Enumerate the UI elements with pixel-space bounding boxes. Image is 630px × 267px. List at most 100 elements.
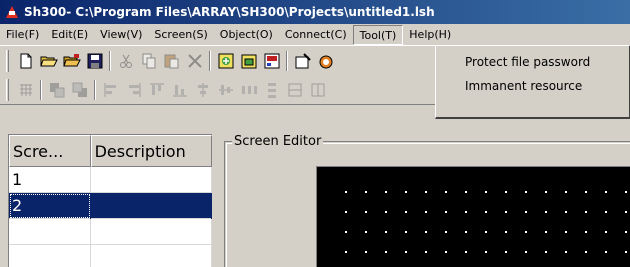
- screen-number-cell: [9, 245, 91, 267]
- title-bar: Sh300- C:\Program Files\ARRAY\SH300\Proj…: [0, 0, 630, 24]
- app-icon[interactable]: [5, 5, 19, 19]
- grid-dot: [485, 191, 487, 193]
- grid-dot: [385, 251, 387, 253]
- grid-dot: [385, 211, 387, 213]
- grid-dot: [345, 231, 347, 233]
- table-row[interactable]: [9, 219, 212, 245]
- toolbar-separator: [286, 51, 288, 71]
- open-screen-icon[interactable]: [237, 50, 260, 72]
- grid-dot: [445, 211, 447, 213]
- grid-dot: [405, 191, 407, 193]
- table-row[interactable]: 1: [9, 167, 212, 193]
- space-horizontal-icon[interactable]: [237, 79, 260, 101]
- delete-icon[interactable]: [183, 50, 206, 72]
- window-title: Sh300- C:\Program Files\ARRAY\SH300\Proj…: [24, 5, 435, 19]
- canvas-grid: [345, 191, 627, 253]
- grid-dot: [365, 191, 367, 193]
- align-top-icon[interactable]: [145, 79, 168, 101]
- align-left-icon[interactable]: [99, 79, 122, 101]
- menu-help[interactable]: Help(H): [403, 25, 457, 45]
- grid-dot: [425, 211, 427, 213]
- screen-number-cell: 2: [9, 193, 91, 219]
- paste-icon[interactable]: [160, 50, 183, 72]
- grid-dot: [505, 211, 507, 213]
- toolbar-separator: [109, 51, 111, 71]
- save-icon[interactable]: [83, 50, 106, 72]
- new-screen-icon[interactable]: [214, 50, 237, 72]
- grid-dot: [625, 231, 627, 233]
- open-folder-icon[interactable]: [37, 50, 60, 72]
- description-cell: [91, 167, 212, 193]
- description-cell: [91, 193, 212, 219]
- grid-dot: [585, 251, 587, 253]
- open-project-icon[interactable]: [60, 50, 83, 72]
- grid-dot: [505, 231, 507, 233]
- toolbar-separator: [209, 51, 211, 71]
- screen-properties-icon[interactable]: [260, 50, 283, 72]
- cut-icon[interactable]: [114, 50, 137, 72]
- description-cell: [91, 219, 212, 245]
- table-row[interactable]: [9, 245, 212, 267]
- copy-icon[interactable]: [137, 50, 160, 72]
- same-height-icon[interactable]: [306, 79, 329, 101]
- grid-dot: [445, 191, 447, 193]
- grid-dot: [485, 211, 487, 213]
- menu-object[interactable]: Object(O): [214, 25, 279, 45]
- menu-screen[interactable]: Screen(S): [148, 25, 213, 45]
- screen-editor-canvas[interactable]: [316, 166, 630, 267]
- grid-dot: [525, 211, 527, 213]
- screen-list-header: Scre... Description: [9, 135, 212, 167]
- grid-dot: [605, 191, 607, 193]
- grid-dot: [485, 231, 487, 233]
- toolbar-grip[interactable]: [6, 50, 9, 72]
- screen-editor-title: Screen Editor: [232, 134, 324, 150]
- grid-dot: [465, 191, 467, 193]
- menu-tool[interactable]: Tool(T): [352, 24, 404, 45]
- grid-dot: [345, 211, 347, 213]
- column-header-screen[interactable]: Scre...: [9, 135, 91, 167]
- toolbar-separator: [94, 79, 96, 100]
- center-vertical-icon[interactable]: [214, 79, 237, 101]
- align-right-icon[interactable]: [122, 79, 145, 101]
- grid-icon[interactable]: [14, 79, 37, 101]
- grid-dot: [545, 191, 547, 193]
- description-cell: [91, 245, 212, 267]
- grid-dot: [385, 191, 387, 193]
- toolbar-grip[interactable]: [6, 78, 9, 101]
- grid-dot: [525, 231, 527, 233]
- menu-connect[interactable]: Connect(C): [279, 25, 353, 45]
- grid-dot: [565, 191, 567, 193]
- grid-dot: [585, 211, 587, 213]
- menu-file[interactable]: File(F): [0, 25, 45, 45]
- grid-dot: [585, 231, 587, 233]
- new-file-icon[interactable]: [14, 50, 37, 72]
- toolbar-separator: [40, 79, 42, 100]
- menu-edit[interactable]: Edit(E): [45, 25, 94, 45]
- grid-dot: [485, 251, 487, 253]
- grid-dot: [365, 211, 367, 213]
- grid-dot: [605, 231, 607, 233]
- grid-dot: [545, 231, 547, 233]
- send-back-icon[interactable]: [68, 79, 91, 101]
- grid-dot: [405, 231, 407, 233]
- space-vertical-icon[interactable]: [260, 79, 283, 101]
- menu-item-immanent-resource[interactable]: Immanent resource: [436, 74, 629, 98]
- grid-dot: [565, 251, 567, 253]
- grid-dot: [405, 251, 407, 253]
- screen-number-cell: 1: [9, 167, 91, 193]
- compile-icon[interactable]: [314, 50, 337, 72]
- table-row-selected[interactable]: 2: [9, 193, 212, 219]
- align-bottom-icon[interactable]: [168, 79, 191, 101]
- same-width-icon[interactable]: [283, 79, 306, 101]
- grid-dot: [525, 191, 527, 193]
- grid-dot: [425, 231, 427, 233]
- bring-front-icon[interactable]: [45, 79, 68, 101]
- grid-dot: [445, 231, 447, 233]
- settings-icon[interactable]: [291, 50, 314, 72]
- grid-dot: [625, 251, 627, 253]
- column-header-description[interactable]: Description: [90, 135, 212, 167]
- center-horizontal-icon[interactable]: [191, 79, 214, 101]
- menu-view[interactable]: View(V): [94, 25, 148, 45]
- grid-dot: [565, 211, 567, 213]
- menu-item-protect-file-password[interactable]: Protect file password: [436, 50, 629, 74]
